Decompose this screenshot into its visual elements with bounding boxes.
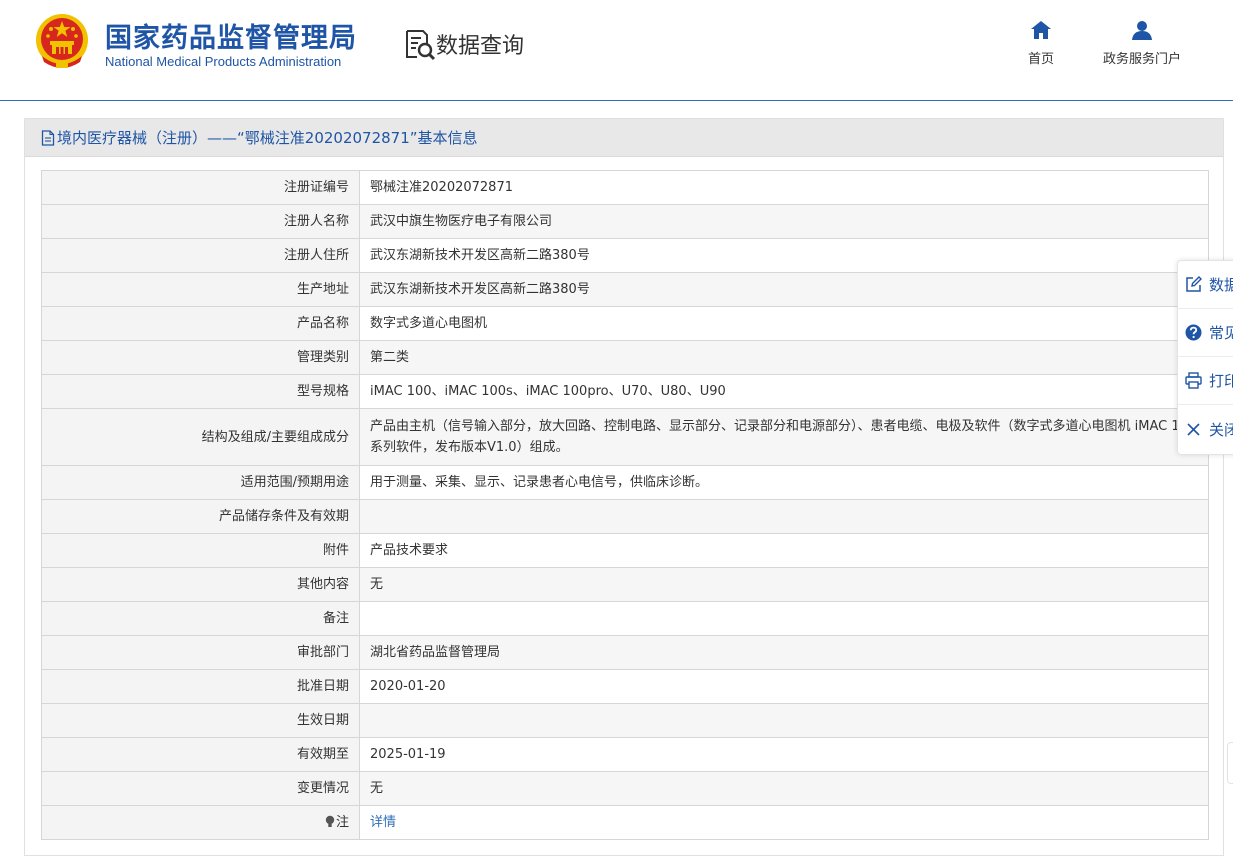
row-value: 详情 — [359, 805, 1209, 840]
row-value: 2020-01-20 — [359, 669, 1209, 704]
panel-title: 境内医疗器械（注册）——“鄂械注准20202072871”基本信息 — [57, 129, 478, 147]
info-table: 注册证编号 鄂械注准20202072871 注册人名称 武汉中旗生物医疗电子有限… — [41, 170, 1209, 840]
table-row: 产品名称 数字式多道心电图机 — [41, 306, 1209, 341]
table-row: 生产地址 武汉东湖新技术开发区高新二路380号 — [41, 272, 1209, 307]
side-toolbar: 数据 常见 打印 关闭 — [1177, 260, 1233, 455]
site-header: 国家药品监督管理局 National Medical Products Admi… — [0, 0, 1233, 101]
row-label: 管理类别 — [41, 340, 360, 375]
nav-service-portal-label: 政务服务门户 — [1102, 52, 1181, 67]
row-value — [359, 601, 1209, 636]
row-label: 型号规格 — [41, 374, 360, 409]
table-row: 审批部门 湖北省药品监督管理局 — [41, 635, 1209, 670]
side-tool-close[interactable]: 关闭 — [1178, 405, 1233, 453]
row-value: 产品技术要求 — [359, 533, 1209, 568]
side-tool-data[interactable]: 数据 — [1178, 261, 1233, 309]
table-row: 注 详情 — [41, 805, 1209, 840]
row-value: 湖北省药品监督管理局 — [359, 635, 1209, 670]
org-name-en: National Medical Products Administration — [105, 54, 342, 69]
side-tool-close-label: 关闭 — [1209, 420, 1233, 439]
table-row: 管理类别 第二类 — [41, 340, 1209, 375]
side-tool-print[interactable]: 打印 — [1178, 357, 1233, 405]
table-row: 备注 — [41, 601, 1209, 636]
table-row: 产品储存条件及有效期 — [41, 499, 1209, 534]
row-value: 数字式多道心电图机 — [359, 306, 1209, 341]
document-icon — [41, 129, 55, 146]
row-label: 生产地址 — [41, 272, 360, 307]
lightbulb-icon — [325, 815, 335, 827]
print-icon — [1185, 372, 1202, 389]
side-tool-print-label: 打印 — [1209, 372, 1233, 390]
nav-home[interactable]: 首页 — [996, 20, 1086, 67]
side-tool-data-label: 数据 — [1209, 276, 1233, 294]
data-search-icon — [406, 30, 436, 61]
table-row: 批准日期 2020-01-20 — [41, 669, 1209, 704]
row-value: 无 — [359, 567, 1209, 602]
row-label: 批准日期 — [41, 669, 360, 704]
table-row: 注册人名称 武汉中旗生物医疗电子有限公司 — [41, 204, 1209, 239]
row-label: 生效日期 — [41, 703, 360, 738]
table-row: 有效期至 2025-01-19 — [41, 737, 1209, 772]
national-emblem-icon — [36, 14, 88, 68]
row-label: 产品储存条件及有效期 — [41, 499, 360, 534]
row-label: 审批部门 — [41, 635, 360, 670]
row-label: 注册证编号 — [41, 170, 360, 205]
row-value: 武汉东湖新技术开发区高新二路380号 — [359, 238, 1209, 273]
side-tool-faq-label: 常见 — [1209, 324, 1233, 342]
home-icon — [1031, 21, 1051, 39]
row-value: 武汉东湖新技术开发区高新二路380号 — [359, 272, 1209, 307]
table-row: 注册人住所 武汉东湖新技术开发区高新二路380号 — [41, 238, 1209, 273]
row-value: iMAC 100、iMAC 100s、iMAC 100pro、U70、U80、U… — [359, 374, 1209, 409]
row-label: 注册人住所 — [41, 238, 360, 273]
row-label-note: 注 — [41, 805, 360, 840]
device-info-panel: 境内医疗器械（注册）——“鄂械注准20202072871”基本信息 注册证编号 … — [24, 118, 1224, 856]
row-value: 产品由主机（信号输入部分，放大回路、控制电路、显示部分、记录部分和电源部分）、患… — [359, 408, 1209, 466]
note-label: 注 — [335, 815, 349, 830]
row-value: 用于测量、采集、显示、记录患者心电信号，供临床诊断。 — [359, 465, 1209, 500]
close-icon — [1187, 422, 1200, 436]
table-row: 生效日期 — [41, 703, 1209, 738]
table-row: 注册证编号 鄂械注准20202072871 — [41, 170, 1209, 205]
org-name-cn: 国家药品监督管理局 — [105, 23, 357, 54]
row-label: 备注 — [41, 601, 360, 636]
nav-home-label: 首页 — [1027, 52, 1054, 67]
row-label: 变更情况 — [41, 771, 360, 806]
row-label: 注册人名称 — [41, 204, 360, 239]
nav-service-portal[interactable]: 政务服务门户 — [1097, 20, 1187, 67]
edit-icon — [1186, 276, 1202, 292]
table-row: 结构及组成/主要组成成分 产品由主机（信号输入部分，放大回路、控制电路、显示部分… — [41, 408, 1209, 466]
row-label: 产品名称 — [41, 306, 360, 341]
user-icon — [1132, 21, 1152, 40]
table-row: 其他内容 无 — [41, 567, 1209, 602]
row-label: 适用范围/预期用途 — [41, 465, 360, 500]
row-value — [359, 499, 1209, 534]
table-row: 变更情况 无 — [41, 771, 1209, 806]
details-link[interactable]: 详情 — [370, 815, 396, 830]
row-value: 鄂械注准20202072871 — [359, 170, 1209, 205]
row-value — [359, 703, 1209, 738]
row-value: 无 — [359, 771, 1209, 806]
table-row: 附件 产品技术要求 — [41, 533, 1209, 568]
row-label: 其他内容 — [41, 567, 360, 602]
row-value: 2025-01-19 — [359, 737, 1209, 772]
help-icon — [1185, 324, 1202, 341]
row-value: 第二类 — [359, 340, 1209, 375]
side-tool-faq[interactable]: 常见 — [1178, 309, 1233, 357]
table-row: 型号规格 iMAC 100、iMAC 100s、iMAC 100pro、U70、… — [41, 374, 1209, 409]
table-row: 适用范围/预期用途 用于测量、采集、显示、记录患者心电信号，供临床诊断。 — [41, 465, 1209, 500]
row-label: 附件 — [41, 533, 360, 568]
row-label: 结构及组成/主要组成成分 — [41, 408, 360, 466]
scroll-to-top-handle[interactable] — [1227, 742, 1233, 784]
section-title: 数据查询 — [436, 34, 525, 59]
row-label: 有效期至 — [41, 737, 360, 772]
row-value: 武汉中旗生物医疗电子有限公司 — [359, 204, 1209, 239]
panel-header: 境内医疗器械（注册）——“鄂械注准20202072871”基本信息 — [25, 119, 1223, 157]
